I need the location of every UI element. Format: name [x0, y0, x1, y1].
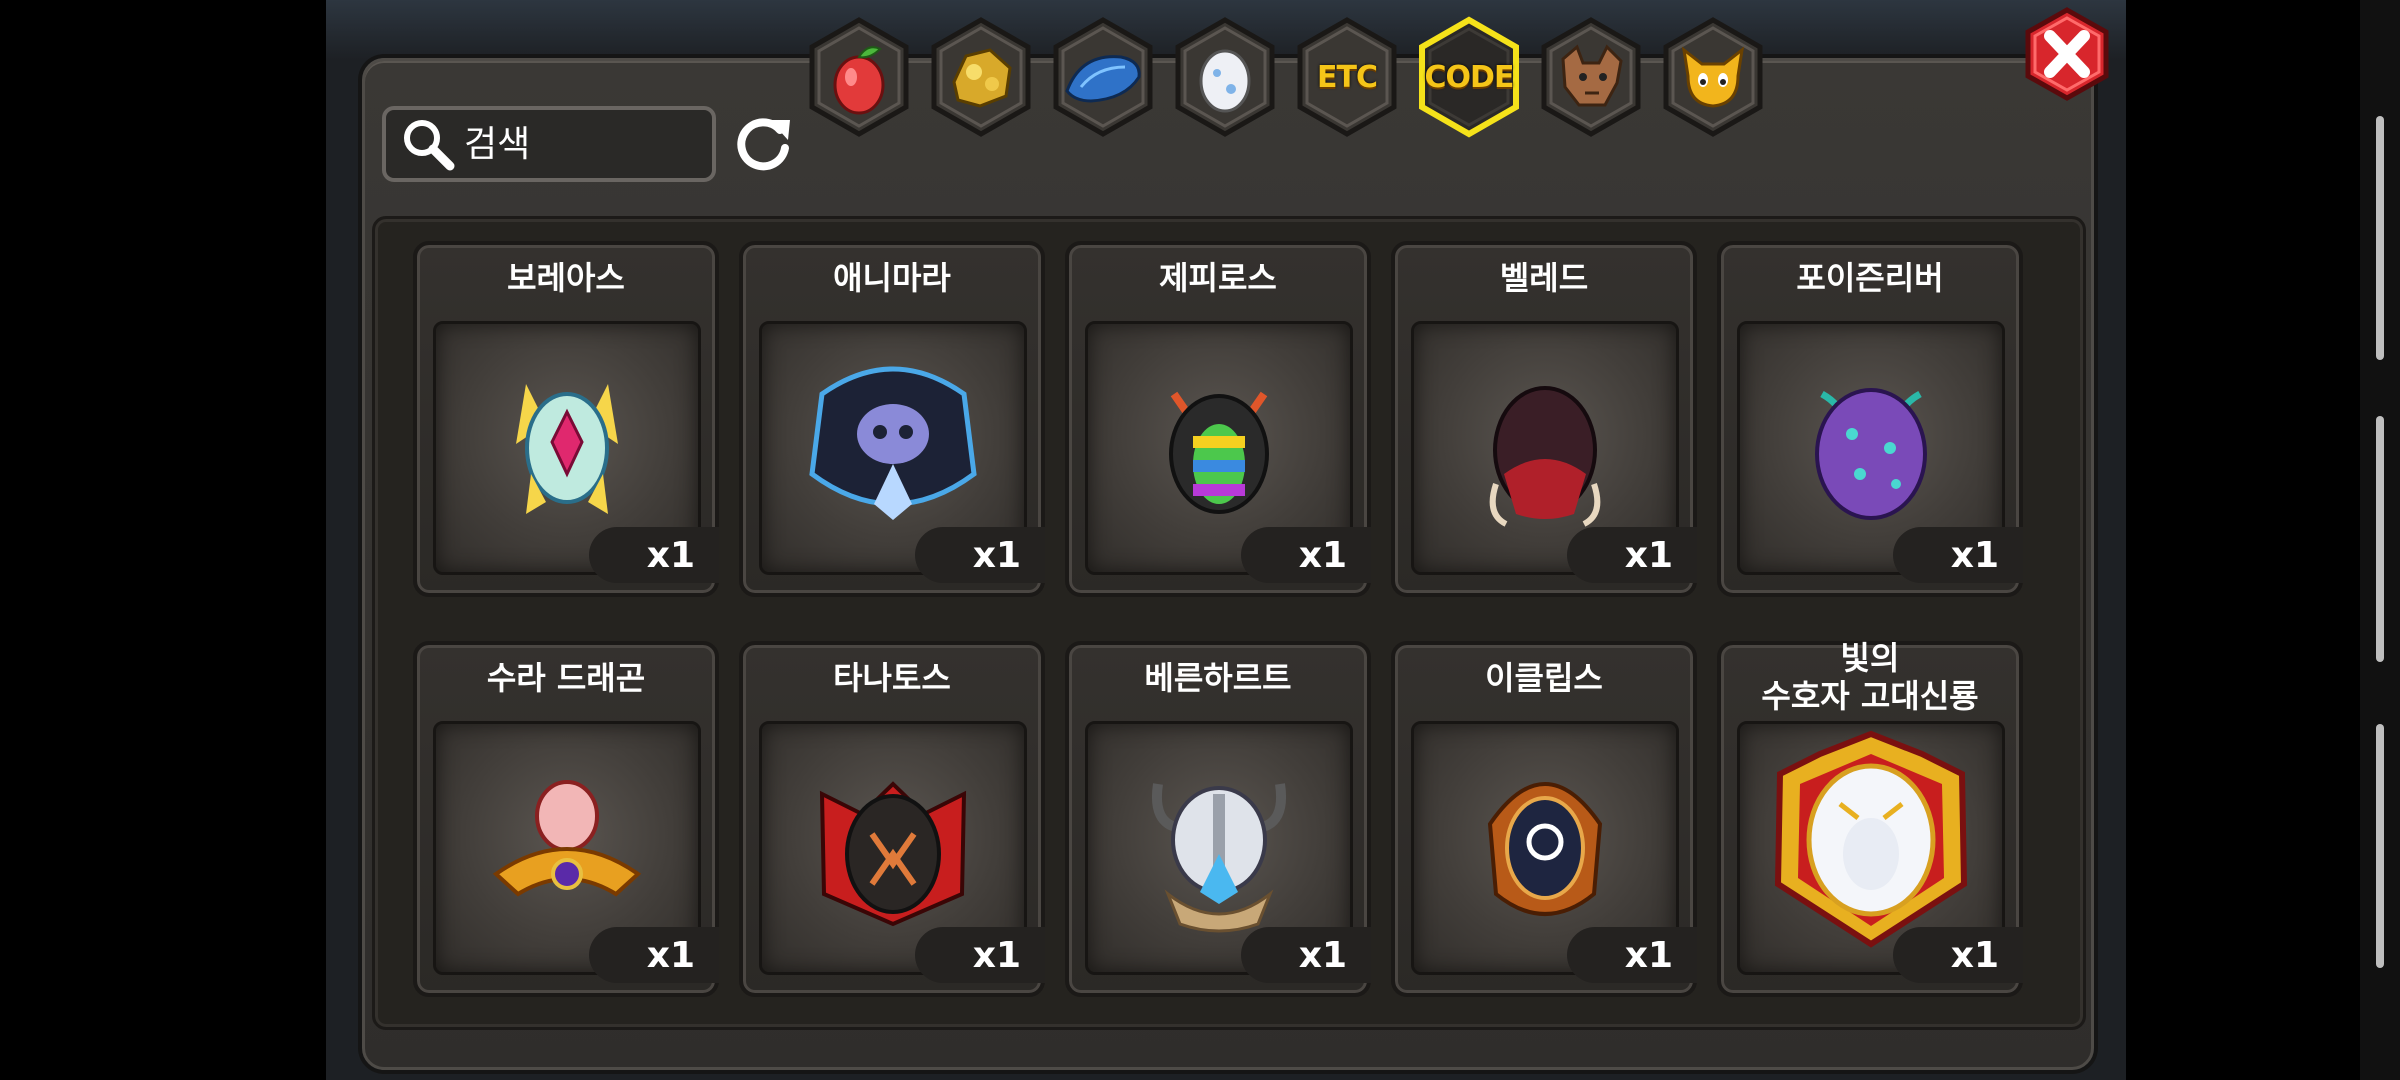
- tab-etc[interactable]: ETC: [1294, 16, 1400, 138]
- item-card[interactable]: 타나토스 x1: [739, 641, 1045, 997]
- item-card[interactable]: 벨레드 x1: [1391, 241, 1697, 597]
- item-count: x1: [589, 527, 719, 583]
- item-card[interactable]: 보레아스 x1: [413, 241, 719, 597]
- item-card[interactable]: 제피로스 x1: [1065, 241, 1371, 597]
- item-count: x1: [1567, 927, 1697, 983]
- item-name: 제피로스: [1159, 259, 1277, 297]
- item-name: 타나토스: [833, 659, 951, 697]
- search-icon: [400, 116, 456, 172]
- tab-egg[interactable]: [1172, 16, 1278, 138]
- item-name: 벨레드: [1499, 259, 1589, 297]
- tab-gold[interactable]: [928, 16, 1034, 138]
- tab-beast[interactable]: [1538, 16, 1644, 138]
- egg-icon: [1172, 16, 1278, 138]
- tab-label: ETC: [1317, 59, 1378, 95]
- item-count: x1: [915, 927, 1045, 983]
- close-button[interactable]: [2022, 6, 2112, 102]
- gold-ore-icon: [928, 16, 1034, 138]
- item-card[interactable]: 수라 드래곤 x1: [413, 641, 719, 997]
- item-card[interactable]: 애니마라 x1: [739, 241, 1045, 597]
- item-name-line: 빛의: [1840, 639, 1900, 677]
- fruit-icon: [806, 16, 912, 138]
- item-name: 보레아스: [507, 259, 625, 297]
- item-count: x1: [1241, 527, 1371, 583]
- item-count: x1: [1241, 927, 1371, 983]
- item-card[interactable]: 이클립스 x1: [1391, 641, 1697, 997]
- item-card[interactable]: 포이즌리버 x1: [1717, 241, 2023, 597]
- item-card[interactable]: 빛의 수호자 고대신룡 x1: [1717, 639, 2023, 997]
- search-box[interactable]: [382, 106, 716, 182]
- item-name: 포이즌리버: [1796, 259, 1944, 297]
- item-count: x1: [1893, 527, 2023, 583]
- tab-code[interactable]: CODE: [1416, 16, 1522, 138]
- item-count: x1: [589, 927, 719, 983]
- screen-edge: [2360, 0, 2400, 1080]
- item-count: x1: [915, 527, 1045, 583]
- item-card[interactable]: 베른하르트 x1: [1065, 641, 1371, 997]
- scrollbar-thumb[interactable]: [2376, 416, 2384, 662]
- item-name: 애니마라: [833, 259, 951, 297]
- refresh-icon[interactable]: [730, 112, 796, 178]
- item-name-line: 수호자 고대신룡: [1761, 677, 1979, 715]
- item-count: x1: [1893, 927, 2023, 983]
- item-name: 수라 드래곤: [486, 659, 646, 697]
- item-name: 빛의 수호자 고대신룡: [1721, 639, 2019, 715]
- search-input[interactable]: [462, 122, 686, 166]
- scale-icon: [1050, 16, 1156, 138]
- tab-fruit[interactable]: [806, 16, 912, 138]
- item-grid: 보레아스 x1 애니마라 x1 제피로스 x1 벨레드 x1 포이즌리버 x1: [372, 216, 2086, 1030]
- wolf-icon: [1538, 16, 1644, 138]
- scrollbar-thumb[interactable]: [2376, 724, 2384, 968]
- item-name: 베른하르트: [1144, 659, 1292, 697]
- tab-spirit[interactable]: [1660, 16, 1766, 138]
- spirit-icon: [1660, 16, 1766, 138]
- tab-label: CODE: [1424, 59, 1515, 95]
- scrollbar-thumb[interactable]: [2376, 116, 2384, 360]
- item-count: x1: [1567, 527, 1697, 583]
- tab-dragon-scale[interactable]: [1050, 16, 1156, 138]
- item-name: 이클립스: [1485, 659, 1603, 697]
